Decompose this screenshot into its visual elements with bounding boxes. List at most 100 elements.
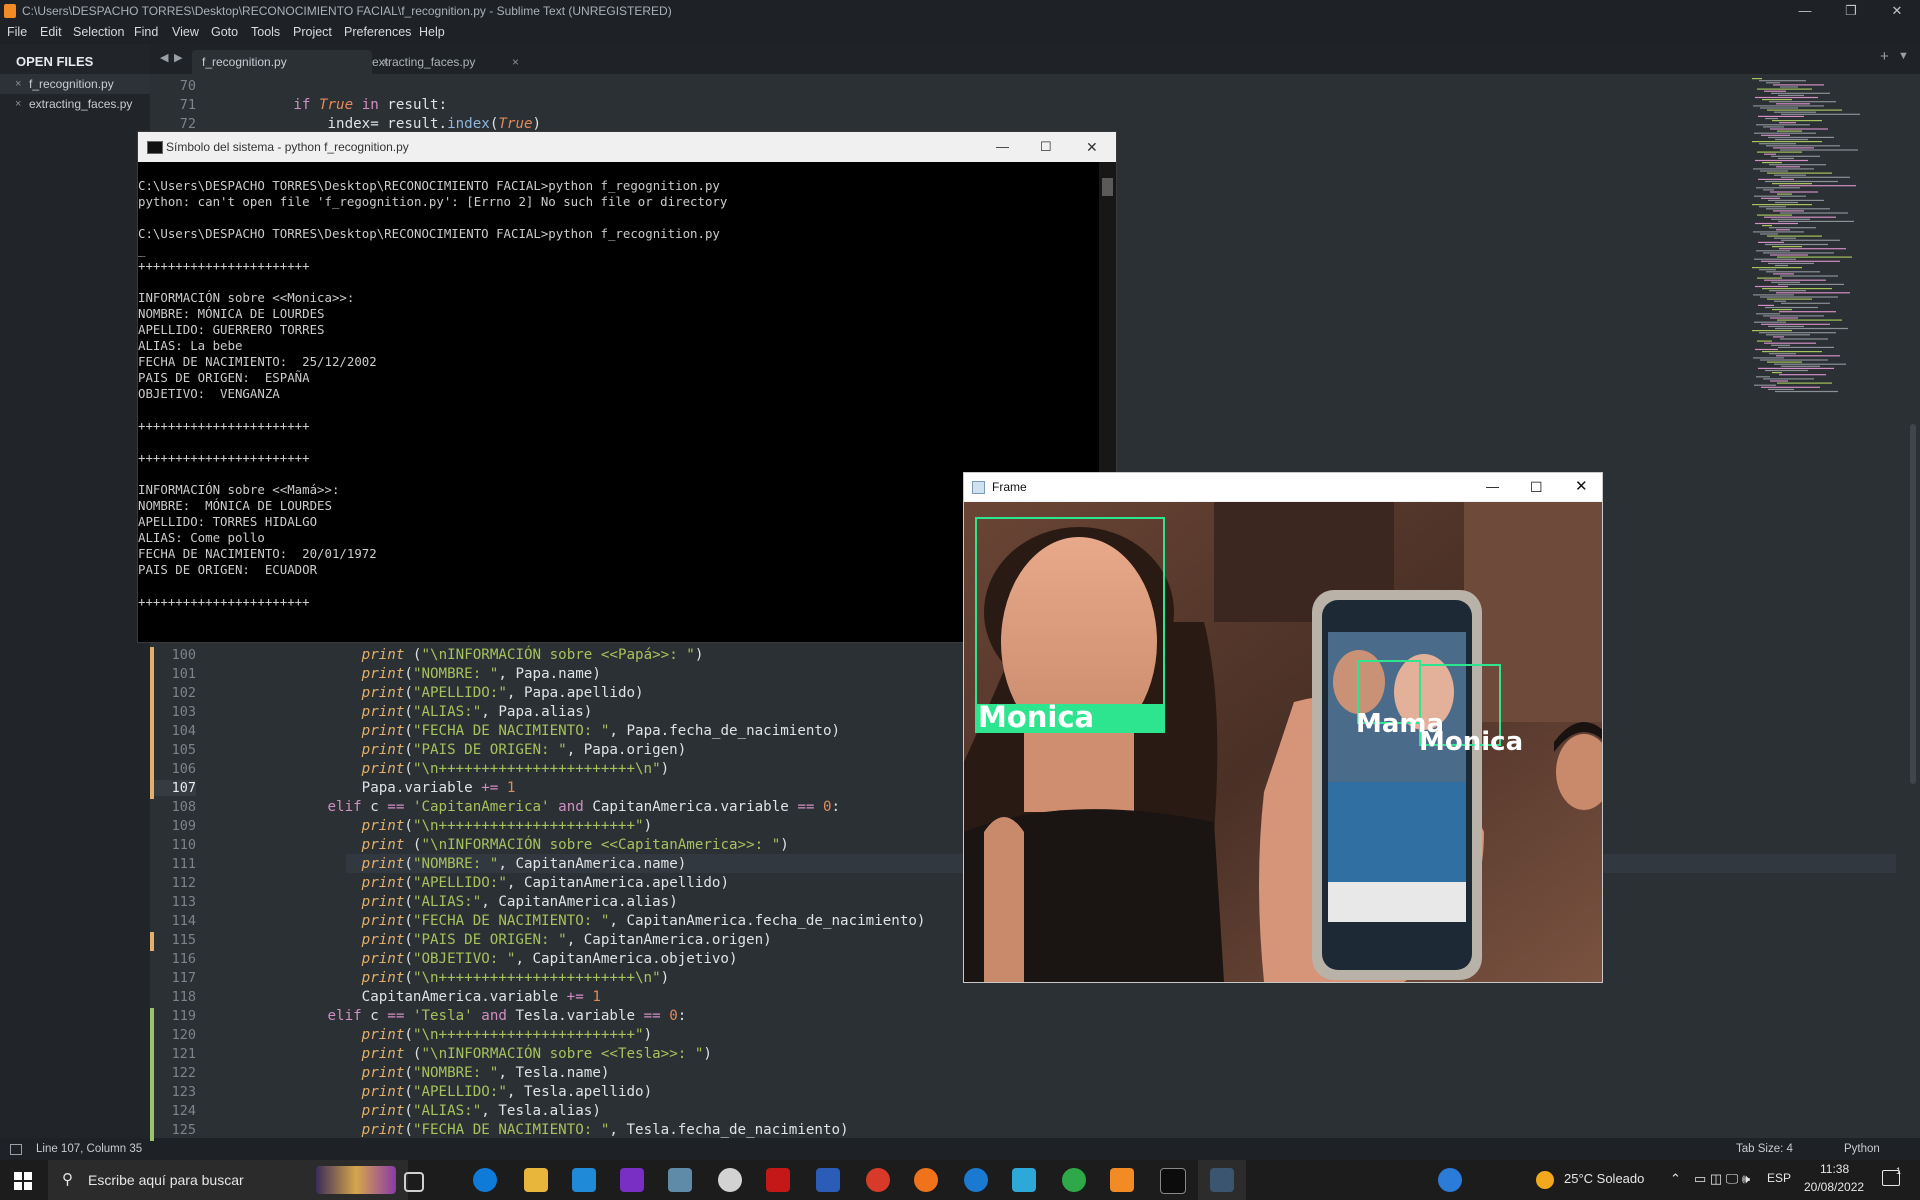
acrobat-icon[interactable] [766,1168,790,1192]
minimap-line [1758,367,1834,369]
code-line[interactable]: CapitanAmerica.variable += 1 [225,989,601,1005]
calculator-icon[interactable] [668,1168,692,1192]
app-icon[interactable] [964,1168,988,1192]
onenote-icon[interactable] [620,1168,644,1192]
app-icon[interactable] [1012,1168,1036,1192]
code-line[interactable]: print("\n+++++++++++++++++++++++") [225,1027,652,1043]
minimap[interactable] [1752,74,1912,394]
chrome-icon[interactable] [1062,1168,1086,1192]
menu-file[interactable]: File [7,25,27,39]
menu-edit[interactable]: Edit [40,25,62,39]
code-line[interactable]: print("\n+++++++++++++++++++++++") [225,818,652,834]
code-line[interactable]: print("FECHA DE NACIMIENTO: ", CapitanAm… [225,913,926,929]
app-icon[interactable] [718,1168,742,1192]
code-line[interactable]: print("FECHA DE NACIMIENTO: ", Papa.fech… [225,723,840,739]
app-icon[interactable] [866,1168,890,1192]
tab-extracting-faces[interactable]: extracting_faces.py × [372,50,552,74]
syntax-mode[interactable]: Python [1844,1138,1880,1160]
code-line[interactable]: elif c == 'CapitanAmerica' and CapitanAm… [225,799,841,815]
store-icon[interactable] [572,1168,596,1192]
code-line[interactable]: print("PAIS DE ORIGEN: ", Papa.origen) [225,742,687,758]
file-explorer-icon[interactable] [524,1168,548,1192]
code-line[interactable]: print("APELLIDO:", CapitanAmerica.apelli… [225,875,729,891]
scrollbar-thumb[interactable] [1102,178,1113,196]
code-line[interactable]: print("PAIS DE ORIGEN: ", CapitanAmerica… [225,932,772,948]
cmd-close-button[interactable]: ✕ [1086,132,1098,162]
code-line[interactable]: print("APELLIDO:", Tesla.apellido) [225,1084,652,1100]
menu-project[interactable]: Project [293,25,332,39]
close-button[interactable]: ✕ [1874,0,1920,22]
code-line[interactable]: print("ALIAS:", CapitanAmerica.alias) [225,894,678,910]
close-icon[interactable]: × [15,94,21,114]
code-line[interactable]: elif c == 'Tesla' and Tesla.variable == … [225,1008,687,1024]
menu-find[interactable]: Find [134,25,158,39]
language-indicator[interactable]: ESP [1767,1171,1791,1185]
tab-prev-icon[interactable]: ◀ [160,51,168,64]
code-line[interactable]: print("NOMBRE: ", CapitanAmerica.name) [225,856,687,872]
panel-toggle-icon[interactable] [10,1144,22,1155]
sidebar-item-extracting-faces[interactable]: × extracting_faces.py [0,94,150,114]
task-view-icon[interactable] [404,1172,424,1192]
code-line[interactable]: print ("\nINFORMACIÓN sobre <<Papá>>: ") [225,647,704,663]
code-line[interactable]: print("FECHA DE NACIMIENTO: ", Tesla.fec… [225,1122,849,1138]
word-icon[interactable] [816,1168,840,1192]
code-line[interactable]: print ("\nINFORMACIÓN sobre <<Tesla>>: "… [225,1046,712,1062]
tab-list-icon[interactable]: ▼ [1898,50,1909,62]
cmd-minimize-button[interactable]: — [996,132,1009,162]
help-icon[interactable] [1438,1168,1462,1192]
code-token: , Papa.apellido) [506,685,644,701]
maximize-button[interactable]: ❐ [1828,0,1874,22]
search-highlight-icon[interactable] [316,1166,396,1194]
code-line[interactable]: print("\n+++++++++++++++++++++++\n") [225,970,670,986]
windows-start-icon[interactable] [14,1172,32,1190]
tray-icons[interactable]: ▭ ◫ 🖵 🕪 [1694,1171,1750,1187]
new-tab-icon[interactable]: + [1880,48,1889,65]
clock-time[interactable]: 11:38 [1820,1162,1849,1176]
frame-close-button[interactable]: ✕ [1575,473,1588,501]
sidebar-item-f-recognition[interactable]: × f_recognition.py [0,74,150,94]
tab-f-recognition[interactable]: f_recognition.py × [192,50,389,74]
code-line[interactable]: print("NOMBRE: ", Papa.name) [225,666,601,682]
close-icon[interactable]: × [15,74,21,94]
window-titlebar[interactable]: C:\Users\DESPACHO TORRES\Desktop\RECONOC… [0,0,1920,22]
code-line[interactable]: if True in result: [225,97,447,113]
code-line[interactable]: print("\n+++++++++++++++++++++++\n") [225,761,670,777]
code-line[interactable]: print("ALIAS:", Papa.alias) [225,704,593,720]
firefox-icon[interactable] [914,1168,938,1192]
clock-date[interactable]: 20/08/2022 [1804,1180,1864,1194]
menu-view[interactable]: View [172,25,199,39]
cmd-titlebar[interactable]: Símbolo del sistema - python f_recogniti… [138,132,1116,162]
cmd-taskbar-icon[interactable] [1160,1168,1186,1194]
code-line[interactable]: print("APELLIDO:", Papa.apellido) [225,685,644,701]
code-line[interactable]: print("NOMBRE: ", Tesla.name) [225,1065,610,1081]
tab-size[interactable]: Tab Size: 4 [1736,1138,1793,1160]
menu-tools[interactable]: Tools [251,25,280,39]
code-line[interactable]: print("OBJETIVO: ", CapitanAmerica.objet… [225,951,738,967]
menu-goto[interactable]: Goto [211,25,238,39]
tray-expand-icon[interactable]: ⌃ [1670,1171,1681,1187]
edge-icon[interactable] [473,1168,497,1192]
menu-selection[interactable]: Selection [73,25,124,39]
cmd-maximize-button[interactable]: ☐ [1040,132,1052,162]
code-line[interactable]: print ("\nINFORMACIÓN sobre <<CapitanAme… [225,837,789,853]
frame-window[interactable]: Frame — ☐ ✕ Monica Mama Monica [963,472,1603,983]
frame-titlebar[interactable]: Frame — ☐ ✕ [964,473,1602,501]
scrollbar-thumb[interactable] [1910,424,1916,784]
taskbar-search-box[interactable]: ⚲ Escribe aquí para buscar [48,1160,408,1200]
minimize-button[interactable]: — [1782,0,1828,22]
tab-next-icon[interactable]: ▶ [174,51,182,64]
line-number: 122 [171,1065,196,1081]
menu-help[interactable]: Help [419,25,445,39]
editor-scrollbar[interactable] [1908,74,1918,1138]
tab-close-icon[interactable]: × [512,50,519,74]
code-line[interactable]: index= result.index(True) [225,116,541,132]
code-line[interactable]: print("ALIAS:", Tesla.alias) [225,1103,601,1119]
frame-maximize-button[interactable]: ☐ [1530,473,1543,501]
sublime-text-icon[interactable] [1110,1168,1134,1192]
code-line[interactable]: Papa.variable += 1 [225,780,516,796]
menu-preferences[interactable]: Preferences [344,25,411,39]
cmd-output[interactable]: C:\Users\DESPACHO TORRES\Desktop\RECONOC… [138,162,1098,642]
frame-minimize-button[interactable]: — [1486,473,1499,501]
weather-text[interactable]: 25°C Soleado [1564,1171,1644,1186]
diff-gutter-marker [150,1065,154,1084]
